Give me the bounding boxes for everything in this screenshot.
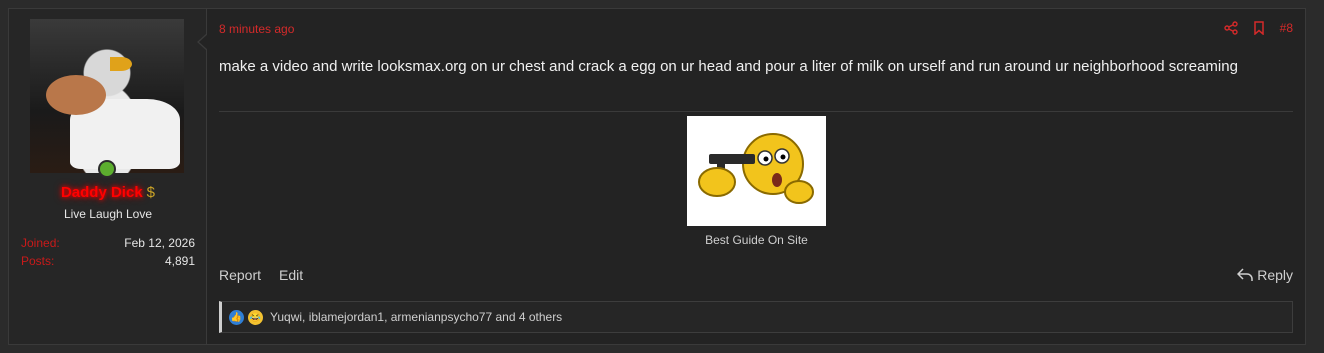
reactions-bar[interactable]: 👍 😂 Yuqwi, iblamejordan1, armenianpsycho… <box>219 301 1293 333</box>
username-text[interactable]: Daddy Dick <box>61 184 143 201</box>
report-link[interactable]: Report <box>219 267 261 283</box>
edit-link[interactable]: Edit <box>279 267 303 283</box>
post-image[interactable] <box>687 116 826 226</box>
message-divider <box>219 111 1293 112</box>
dollar-badge-icon: $ <box>146 184 156 201</box>
post-main: 8 minutes ago #8 make a video and write … <box>207 9 1305 344</box>
smiley-gun-emoji-icon <box>698 133 814 204</box>
image-caption: Best Guide On Site <box>705 233 808 247</box>
stat-value: 4,891 <box>164 254 195 268</box>
post-message: make a video and write looksmax.org on u… <box>219 58 1238 75</box>
share-icon[interactable] <box>1223 21 1238 35</box>
stat-value: Feb 12, 2026 <box>124 236 195 250</box>
stat-joined: Joined: Feb 12, 2026 <box>21 236 195 250</box>
stat-label: Joined: <box>21 236 60 250</box>
stat-posts: Posts: 4,891 <box>21 254 195 268</box>
reply-icon <box>1237 268 1253 281</box>
avatar-beak <box>110 57 132 71</box>
post-number[interactable]: #8 <box>1280 21 1293 35</box>
user-title: Live Laugh Love <box>63 207 153 221</box>
post-header-actions: #8 <box>1223 21 1293 36</box>
online-status-icon <box>98 160 116 178</box>
post-container: Daddy Dick $ Live Laugh Love Joined: Feb … <box>8 8 1306 345</box>
reply-button[interactable]: Reply <box>1237 267 1293 283</box>
avatar-fur <box>46 75 106 115</box>
user-cell: Daddy Dick $ Live Laugh Love Joined: Feb … <box>9 9 207 344</box>
reply-label: Reply <box>1257 267 1293 283</box>
avatar[interactable] <box>30 19 184 173</box>
bookmark-icon[interactable] <box>1252 21 1266 36</box>
username[interactable]: Daddy Dick $ <box>9 184 207 201</box>
stat-label: Posts: <box>21 254 55 268</box>
laugh-icon: 😂 <box>248 309 263 325</box>
reactions-text[interactable]: Yuqwi, iblamejordan1, armenianpsycho77 a… <box>270 310 562 324</box>
like-icon: 👍 <box>229 309 244 325</box>
post-time[interactable]: 8 minutes ago <box>219 22 294 36</box>
